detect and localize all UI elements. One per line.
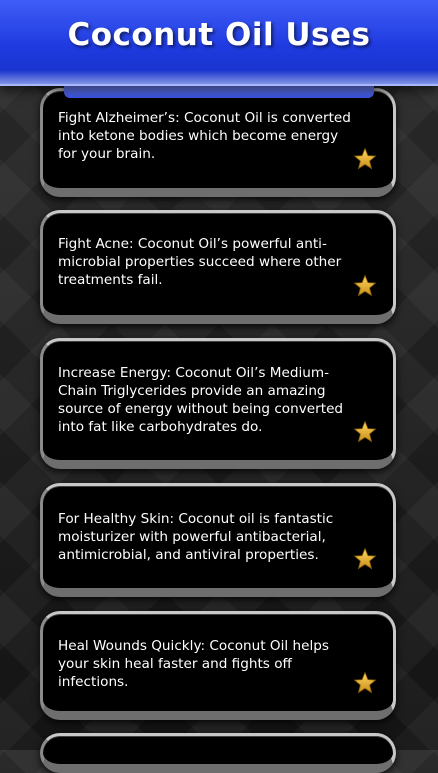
list-item[interactable]: For Healthy Skin: Coconut oil is fantast… (40, 483, 396, 597)
star-icon[interactable] (353, 147, 377, 171)
star-icon[interactable] (353, 274, 377, 298)
page-title: Coconut Oil Uses (67, 17, 371, 53)
item-text: Increase Energy: Coconut Oil’s Medium-Ch… (58, 365, 344, 435)
star-icon[interactable] (353, 420, 377, 444)
list-item[interactable]: Heal Wounds Quickly: Coconut Oil helps y… (40, 611, 396, 720)
item-text: Fight Alzheimer’s: Coconut Oil is conver… (58, 110, 351, 162)
list-item[interactable]: Fight Acne: Coconut Oil’s powerful anti-… (40, 210, 396, 324)
header-tab-decoration (64, 84, 374, 98)
list-item[interactable]: Fight Alzheimer’s: Coconut Oil is conver… (40, 88, 396, 197)
star-icon[interactable] (353, 547, 377, 571)
list-item[interactable] (40, 733, 396, 773)
item-text: Fight Acne: Coconut Oil’s powerful anti-… (58, 236, 342, 288)
list-item[interactable]: Increase Energy: Coconut Oil’s Medium-Ch… (40, 338, 396, 469)
item-text: For Healthy Skin: Coconut oil is fantast… (58, 511, 334, 563)
star-icon[interactable] (353, 671, 377, 695)
uses-list: Fight Alzheimer’s: Coconut Oil is conver… (0, 0, 438, 773)
item-text: Heal Wounds Quickly: Coconut Oil helps y… (58, 638, 329, 690)
header-shine (0, 70, 438, 84)
app-header: Coconut Oil Uses (0, 0, 438, 86)
